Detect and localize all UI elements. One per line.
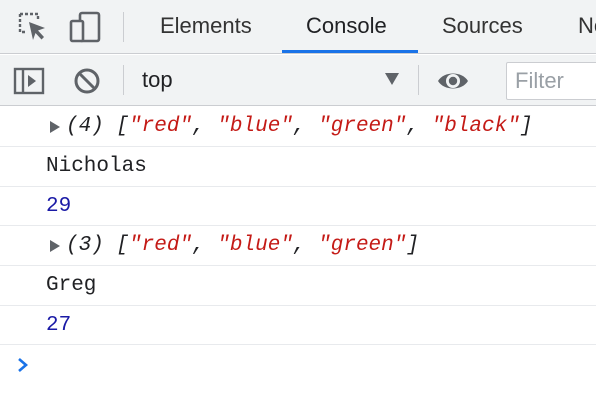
console-message-string: Greg — [0, 266, 596, 306]
prompt-chevron-icon — [18, 358, 28, 372]
array-item: blue — [229, 115, 281, 138]
console-toolbar: top — [0, 55, 596, 106]
active-tab-indicator — [282, 50, 418, 53]
clear-console-icon[interactable] — [70, 64, 104, 98]
devtools-tab-bar: Elements Console Sources Ne — [0, 0, 596, 54]
array-item: green — [330, 115, 394, 138]
console-prompt[interactable] — [0, 345, 596, 385]
array-item: red — [141, 115, 180, 138]
dropdown-arrow-icon[interactable] — [384, 72, 400, 86]
array-item: green — [330, 234, 394, 257]
log-value: Greg — [46, 274, 97, 297]
device-toolbar-icon[interactable] — [68, 10, 102, 44]
expand-triangle-icon[interactable] — [50, 240, 60, 252]
tab-elements[interactable]: Elements — [160, 0, 252, 54]
toolbar-divider — [418, 65, 419, 95]
array-item: black — [444, 115, 508, 138]
console-message-array[interactable]: (4) ["red", "blue", "green", "black"] — [0, 107, 596, 147]
inspect-element-icon[interactable] — [16, 10, 50, 44]
log-value: 27 — [46, 314, 72, 337]
log-value: 29 — [46, 195, 72, 218]
live-expression-eye-icon[interactable] — [436, 64, 470, 98]
toolbar-divider — [123, 12, 124, 42]
array-preview: (3) ["red", "blue", "green"] — [66, 234, 419, 257]
console-message-string: Nicholas — [0, 147, 596, 187]
console-message-number: 29 — [0, 187, 596, 226]
array-item: red — [141, 234, 180, 257]
sidebar-toggle-icon[interactable] — [12, 64, 46, 98]
array-length: (4) — [66, 115, 104, 138]
tab-network[interactable]: Ne — [578, 0, 596, 54]
filter-input[interactable] — [506, 62, 596, 100]
expand-triangle-icon[interactable] — [50, 121, 60, 133]
array-length: (3) — [66, 234, 104, 257]
console-messages: (4) ["red", "blue", "green", "black"] Ni… — [0, 107, 596, 385]
tab-sources[interactable]: Sources — [442, 0, 523, 54]
array-preview: (4) ["red", "blue", "green", "black"] — [66, 115, 533, 138]
array-item: blue — [229, 234, 281, 257]
tab-console[interactable]: Console — [306, 0, 387, 54]
context-selector[interactable]: top — [142, 55, 173, 106]
toolbar-divider — [123, 65, 124, 95]
console-message-number: 27 — [0, 306, 596, 345]
console-message-array[interactable]: (3) ["red", "blue", "green"] — [0, 226, 596, 266]
log-value: Nicholas — [46, 155, 147, 178]
